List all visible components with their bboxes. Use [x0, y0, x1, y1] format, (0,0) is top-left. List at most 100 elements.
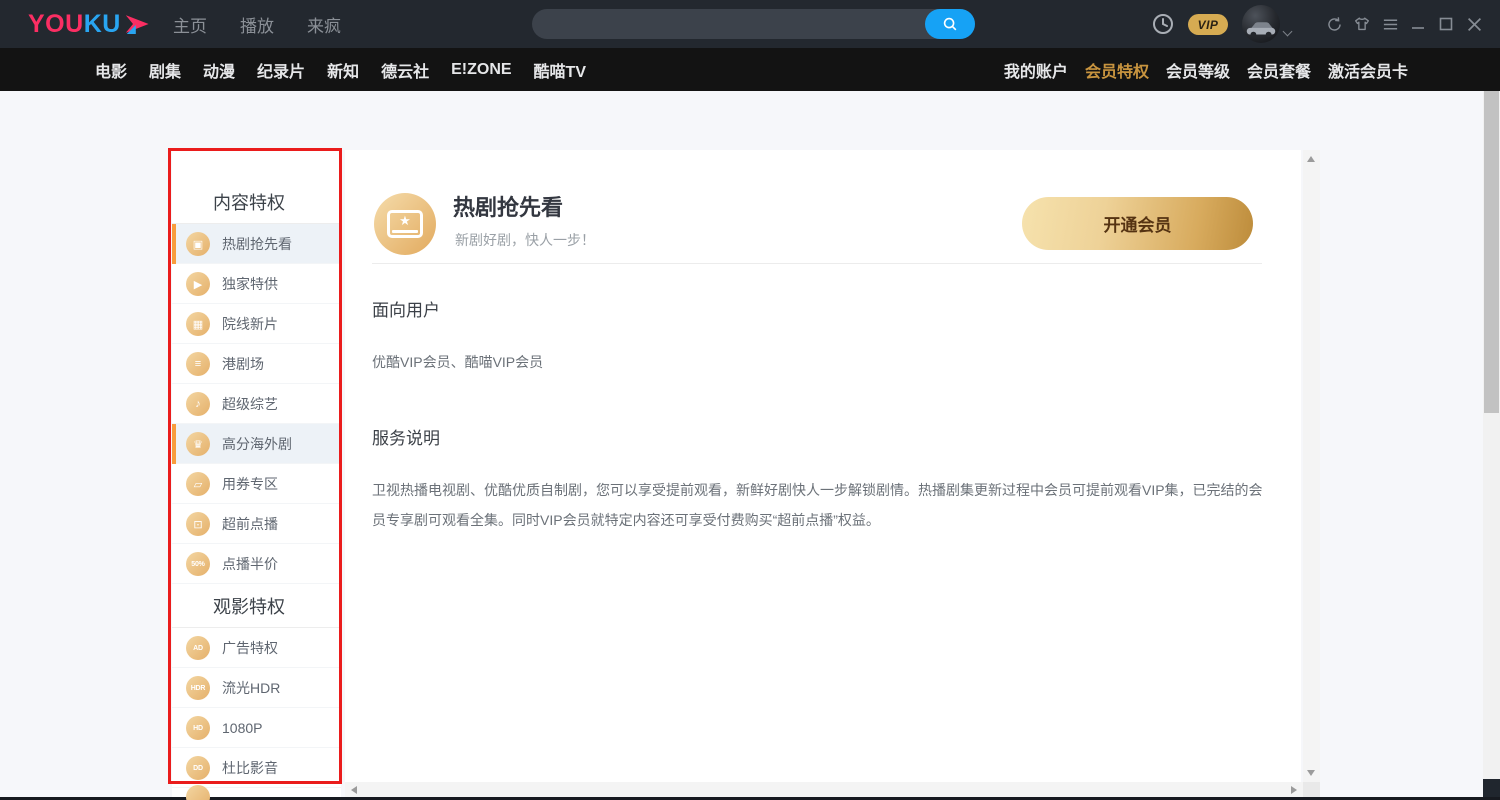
- sidebar-item[interactable]: AD 广告特权: [172, 628, 341, 668]
- user-avatar[interactable]: [1242, 5, 1280, 43]
- sidebar-item[interactable]: ♛高分海外剧: [172, 424, 341, 464]
- search-bar: [532, 9, 975, 39]
- sidebar-item[interactable]: ⊡ 超前点播: [172, 504, 341, 544]
- hot-drama-icon: ▣: [186, 232, 210, 256]
- category-nav-item[interactable]: 新知: [327, 58, 359, 82]
- sidebar-item[interactable]: ▱ 用券专区: [172, 464, 341, 504]
- sidebar-item-label: 超前点播: [222, 514, 278, 534]
- scrollbar-corner: [1303, 782, 1320, 797]
- hdr-icon: HDR: [186, 676, 210, 700]
- privilege-description-sections: 面向用户优酷VIP会员、酷喵VIP会员服务说明卫视热播电视剧、优酷优质自制剧，您…: [372, 296, 1265, 535]
- watch-history-button[interactable]: [1152, 13, 1174, 35]
- new-movie-icon: ▦: [186, 312, 210, 336]
- divider: [372, 263, 1262, 264]
- ad-privilege-icon: AD: [186, 636, 210, 660]
- overseas-drama-icon: ♛: [186, 432, 210, 456]
- half-price-icon: 50%: [186, 552, 210, 576]
- sidebar-item[interactable]: ≡ 港剧场: [172, 344, 341, 384]
- refresh-button[interactable]: [1320, 0, 1348, 48]
- maximize-button[interactable]: [1432, 0, 1460, 48]
- scrollbar-thumb[interactable]: [1484, 91, 1499, 413]
- hk-theater-icon: ≡: [186, 352, 210, 376]
- sidebar-section-title: 观影特权: [172, 584, 341, 628]
- category-nav-item[interactable]: 德云社: [381, 58, 429, 82]
- menu-button[interactable]: [1376, 0, 1404, 48]
- sidebar-item[interactable]: 50%点播半价: [172, 544, 341, 584]
- section-body-text: 卫视热播电视剧、优酷优质自制剧，您可以享受提前观看，新鲜好剧快人一步解锁剧情。热…: [372, 475, 1265, 535]
- hamburger-menu-icon: [1382, 16, 1399, 33]
- search-input[interactable]: [532, 9, 922, 39]
- primary-nav-item[interactable]: 主页: [173, 12, 207, 37]
- description-section: 面向用户优酷VIP会员、酷喵VIP会员: [372, 296, 1265, 377]
- search-icon: [941, 15, 959, 33]
- membership-nav-item[interactable]: 会员等级: [1166, 58, 1230, 82]
- content-vertical-scrollbar[interactable]: [1303, 150, 1320, 782]
- youku-app-window: YOUKU 主页 播放 来疯 VIP: [0, 0, 1500, 800]
- privilege-sidebar: 内容特权 ▣ 热剧抢先看 ▶ 独家特供 ▦ 院线新片 ≡ 港剧场 ♪超级综艺♛高分海外剧 ▱ 用券专区…: [172, 150, 341, 797]
- vip-curtain-star-icon: ★: [374, 193, 436, 255]
- car-avatar-image: [1242, 7, 1280, 43]
- category-nav-item[interactable]: 剧集: [149, 58, 181, 82]
- scroll-left-arrow-icon[interactable]: [351, 786, 357, 794]
- coupon-icon: ▱: [186, 472, 210, 496]
- exclusive-film-icon: ▶: [186, 272, 210, 296]
- sidebar-item-label: 用券专区: [222, 474, 278, 494]
- close-icon: [1467, 17, 1482, 32]
- hd-1080p-icon: HD: [186, 716, 210, 740]
- sidebar-section-title: 内容特权: [172, 180, 341, 224]
- sidebar-item[interactable]: ▣ 热剧抢先看: [172, 224, 341, 264]
- sidebar-item-label: 热剧抢先看: [222, 234, 292, 254]
- category-nav-item[interactable]: 动漫: [203, 58, 235, 82]
- vip-status-badge[interactable]: VIP: [1188, 14, 1228, 35]
- sidebar-item[interactable]: ▶ 独家特供: [172, 264, 341, 304]
- membership-nav-item[interactable]: 激活会员卡: [1328, 58, 1408, 82]
- membership-nav-item[interactable]: 会员特权: [1085, 58, 1149, 82]
- category-nav-item[interactable]: 酷喵TV: [534, 58, 586, 82]
- privilege-title: 热剧抢先看: [453, 190, 563, 222]
- advance-ondemand-icon: ⊡: [186, 512, 210, 536]
- logo-text-you: YOU: [28, 10, 84, 39]
- window-controls: [1320, 0, 1488, 48]
- sidebar-item-label: 院线新片: [222, 314, 278, 334]
- scroll-down-arrow-icon[interactable]: [1307, 770, 1315, 776]
- avatar-dropdown-chevron-icon[interactable]: [1284, 28, 1292, 36]
- sidebar-item-label: 广告特权: [222, 638, 278, 658]
- category-nav-item[interactable]: E!ZONE: [451, 61, 511, 79]
- category-nav: 电影剧集动漫纪录片新知德云社 E!ZONE 酷喵TV 我的账户会员特权会员等级会员套…: [0, 48, 1500, 91]
- refresh-icon: [1326, 16, 1343, 33]
- sidebar-item[interactable]: ▦ 院线新片: [172, 304, 341, 344]
- membership-nav-item[interactable]: 我的账户: [1004, 58, 1068, 82]
- minimize-button[interactable]: [1404, 0, 1432, 48]
- open-vip-button[interactable]: 开通会员: [1022, 197, 1253, 250]
- sidebar-item[interactable]: DD杜比影音: [172, 748, 341, 788]
- content-horizontal-scrollbar[interactable]: [345, 782, 1303, 797]
- sidebar-item-label: 流光HDR: [222, 678, 280, 698]
- category-nav-left: 电影剧集动漫纪录片新知德云社 E!ZONE 酷喵TV: [95, 48, 586, 91]
- scroll-up-arrow-icon[interactable]: [1307, 156, 1315, 162]
- page-body: 内容特权 ▣ 热剧抢先看 ▶ 独家特供 ▦ 院线新片 ≡ 港剧场 ♪超级综艺♛高分海外剧 ▱ 用券专区…: [0, 91, 1500, 800]
- youku-logo[interactable]: YOUKU: [28, 9, 150, 39]
- primary-nav: 主页 播放 来疯: [173, 0, 341, 48]
- sidebar-item[interactable]: HDR 流光HDR: [172, 668, 341, 708]
- search-button[interactable]: [925, 9, 975, 39]
- theme-skin-button[interactable]: [1348, 0, 1376, 48]
- section-heading: 服务说明: [372, 424, 1265, 449]
- scroll-right-arrow-icon[interactable]: [1291, 786, 1297, 794]
- close-button[interactable]: [1460, 0, 1488, 48]
- play-arrow-icon: [126, 14, 150, 34]
- sidebar-item-label: 杜比影音: [222, 758, 278, 778]
- primary-nav-item[interactable]: 播放: [240, 12, 274, 37]
- membership-nav-right: 我的账户会员特权会员等级会员套餐激活会员卡: [1004, 48, 1408, 91]
- section-heading: 面向用户: [372, 296, 1265, 321]
- privilege-detail-panel: ★ 热剧抢先看 新剧好剧，快人一步！ 开通会员 面向用户优酷VIP会员、酷喵VI…: [345, 150, 1301, 797]
- window-vertical-scrollbar[interactable]: [1483, 91, 1500, 779]
- sidebar-item[interactable]: ♪超级综艺: [172, 384, 341, 424]
- sidebar-item[interactable]: HD1080P: [172, 708, 341, 748]
- membership-nav-item[interactable]: 会员套餐: [1247, 58, 1311, 82]
- sidebar-item-label: 独家特供: [222, 274, 278, 294]
- sidebar-item-label: 港剧场: [222, 354, 264, 374]
- shirt-icon: [1353, 15, 1371, 33]
- category-nav-item[interactable]: 纪录片: [257, 58, 305, 82]
- category-nav-item[interactable]: 电影: [95, 58, 127, 82]
- primary-nav-item[interactable]: 来疯: [307, 12, 341, 37]
